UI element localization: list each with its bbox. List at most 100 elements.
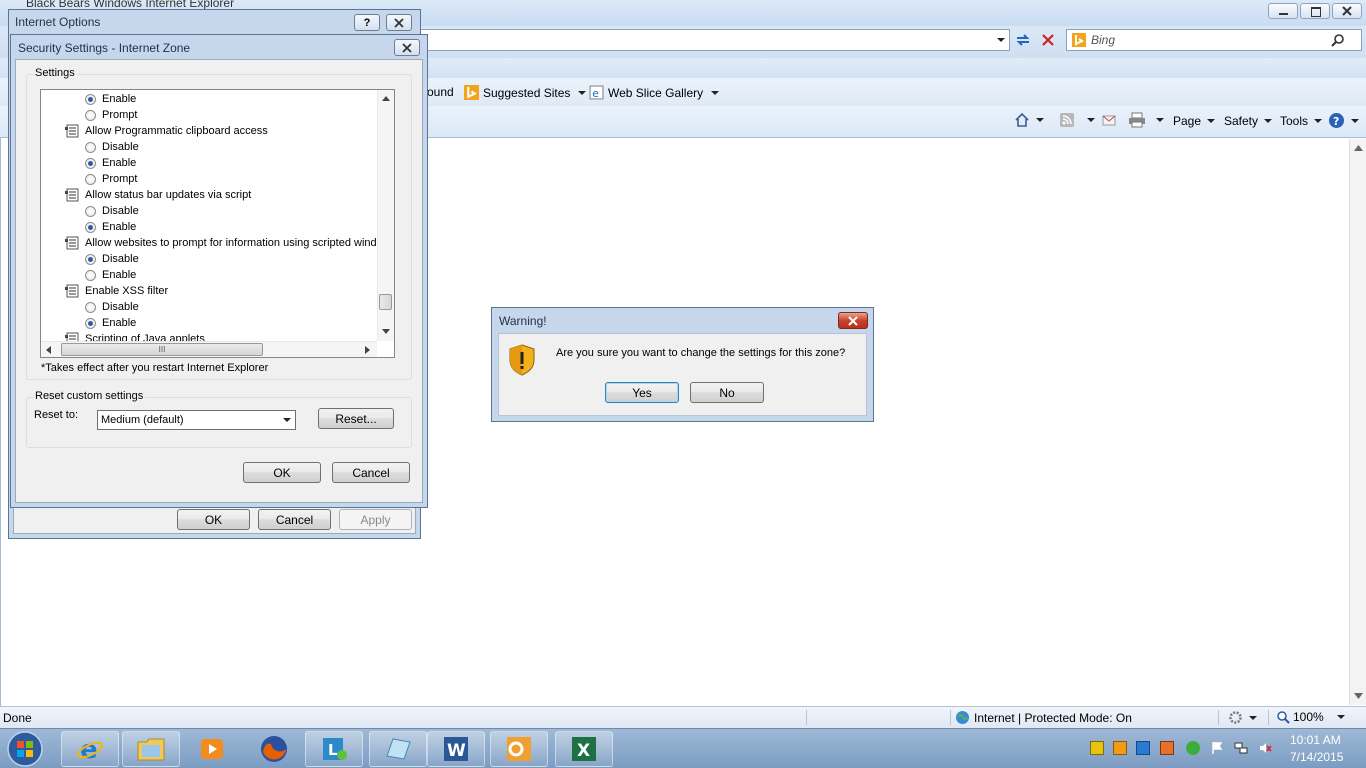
refresh-button[interactable] xyxy=(1013,30,1033,50)
favorites-item-partial[interactable]: ound xyxy=(427,85,454,99)
tray-app-icon[interactable] xyxy=(1113,741,1127,755)
tray-sync-icon[interactable] xyxy=(1186,741,1200,755)
taskbar-excel-button[interactable]: X xyxy=(555,731,613,767)
warning-no-button[interactable]: No xyxy=(690,382,764,403)
internet-options-cancel-button[interactable]: Cancel xyxy=(258,509,331,530)
internet-options-close-button[interactable] xyxy=(386,14,412,31)
setting-option[interactable]: Prompt xyxy=(85,107,137,123)
chevron-down-icon xyxy=(283,418,291,422)
radio-icon[interactable] xyxy=(85,141,96,153)
reset-to-select[interactable]: Medium (default) xyxy=(97,410,296,430)
taskbar-notepad-button[interactable] xyxy=(369,731,427,767)
print-button[interactable] xyxy=(1128,112,1164,128)
close-icon xyxy=(402,42,412,53)
setting-icon xyxy=(65,284,79,298)
security-zone-text[interactable]: Internet | Protected Mode: On xyxy=(974,711,1132,725)
flag-icon[interactable] xyxy=(1210,741,1224,755)
radio-selected-icon[interactable] xyxy=(85,157,96,169)
scroll-right-icon[interactable] xyxy=(365,346,370,354)
tray-update-icon[interactable] xyxy=(1160,741,1174,755)
radio-icon[interactable] xyxy=(85,269,96,281)
settings-hscroll[interactable]: III xyxy=(41,341,377,357)
security-settings-close-button[interactable] xyxy=(394,39,420,56)
page-menu[interactable]: Page xyxy=(1173,114,1216,128)
taskbar-explorer-button[interactable] xyxy=(122,731,180,767)
setting-option[interactable]: Disable xyxy=(85,139,139,155)
safety-menu[interactable]: Safety xyxy=(1224,114,1273,128)
page-scrollbar[interactable] xyxy=(1349,139,1366,705)
radio-selected-icon[interactable] xyxy=(85,317,96,329)
scroll-down-icon[interactable] xyxy=(1354,693,1363,699)
scroll-up-icon[interactable] xyxy=(382,96,390,101)
scroll-down-icon[interactable] xyxy=(382,329,390,334)
help-button[interactable]: ? xyxy=(1328,112,1359,129)
reset-button[interactable]: Reset... xyxy=(318,408,394,429)
address-dropdown-icon[interactable] xyxy=(997,38,1005,42)
stop-button[interactable] xyxy=(1038,30,1058,50)
settings-vscroll-thumb[interactable] xyxy=(379,294,392,310)
status-divider xyxy=(1268,710,1269,725)
setting-option[interactable]: Enable xyxy=(85,315,136,331)
scroll-up-icon[interactable] xyxy=(1354,145,1363,151)
mail-icon xyxy=(1102,115,1116,126)
read-mail-button[interactable] xyxy=(1101,112,1117,128)
clock-time[interactable]: 10:01 AM xyxy=(1290,733,1341,747)
radio-icon[interactable] xyxy=(85,173,96,185)
taskbar-outlook-button[interactable] xyxy=(490,731,548,767)
taskbar-ie-button[interactable]: e xyxy=(61,731,119,767)
network-icon[interactable] xyxy=(1234,741,1248,755)
warning-yes-button[interactable]: Yes xyxy=(605,382,679,403)
minimize-button[interactable] xyxy=(1268,3,1298,19)
web-slice-gallery-link[interactable]: e Web Slice Gallery xyxy=(589,85,720,100)
settings-tree[interactable]: Enable Prompt Allow Programmatic clipboard… xyxy=(40,89,395,358)
suggested-sites-link[interactable]: Suggested Sites xyxy=(464,85,587,100)
settings-hscroll-thumb[interactable]: III xyxy=(61,343,263,356)
internet-options-apply-button[interactable]: Apply xyxy=(339,509,412,530)
setting-option[interactable]: Enable xyxy=(85,219,136,235)
scroll-left-icon[interactable] xyxy=(46,346,51,354)
clock-date[interactable]: 7/14/2015 xyxy=(1290,750,1343,764)
warning-close-button[interactable] xyxy=(838,312,868,329)
radio-icon[interactable] xyxy=(85,301,96,313)
svg-text:e: e xyxy=(592,87,599,100)
volume-icon[interactable] xyxy=(1258,741,1272,755)
setting-icon xyxy=(65,124,79,138)
security-ok-button[interactable]: OK xyxy=(243,462,321,483)
setting-option[interactable]: Prompt xyxy=(85,171,137,187)
radio-selected-icon[interactable] xyxy=(85,253,96,265)
taskbar-media-player-button[interactable] xyxy=(183,731,241,767)
taskbar-lync-button[interactable]: L xyxy=(305,731,363,767)
radio-icon[interactable] xyxy=(85,205,96,217)
radio-selected-icon[interactable] xyxy=(85,93,96,105)
feeds-button[interactable] xyxy=(1059,112,1095,128)
radio-icon[interactable] xyxy=(85,109,96,121)
minimize-icon xyxy=(1279,13,1288,15)
search-placeholder: Bing xyxy=(1091,33,1116,47)
taskbar-word-button[interactable]: W xyxy=(427,731,485,767)
help-button[interactable]: ? xyxy=(354,14,380,31)
radio-selected-icon[interactable] xyxy=(85,221,96,233)
tray-display-icon[interactable] xyxy=(1136,741,1150,755)
zoom-button[interactable]: 100% xyxy=(1277,710,1345,724)
settings-vscroll[interactable] xyxy=(377,90,394,341)
protected-mode-button[interactable] xyxy=(1228,710,1257,725)
restore-button[interactable] xyxy=(1300,3,1330,19)
setting-option[interactable]: Disable xyxy=(85,203,139,219)
setting-option[interactable]: Enable xyxy=(85,267,136,283)
close-window-button[interactable] xyxy=(1332,3,1362,19)
internet-options-ok-button[interactable]: OK xyxy=(177,509,250,530)
setting-option[interactable]: Disable xyxy=(85,251,139,267)
search-box[interactable]: Bing xyxy=(1066,29,1362,51)
setting-option[interactable]: Enable xyxy=(85,155,136,171)
tray-security-icon[interactable] xyxy=(1090,741,1104,755)
search-icon[interactable] xyxy=(1331,33,1345,47)
security-cancel-button[interactable]: Cancel xyxy=(332,462,410,483)
start-button[interactable] xyxy=(4,730,46,768)
address-input[interactable] xyxy=(420,29,1010,51)
chevron-down-icon xyxy=(1087,118,1095,122)
taskbar-firefox-button[interactable] xyxy=(245,731,303,767)
tools-menu[interactable]: Tools xyxy=(1280,114,1323,128)
setting-option[interactable]: Disable xyxy=(85,299,139,315)
home-button[interactable] xyxy=(1014,112,1044,128)
setting-option[interactable]: Enable xyxy=(85,91,136,107)
